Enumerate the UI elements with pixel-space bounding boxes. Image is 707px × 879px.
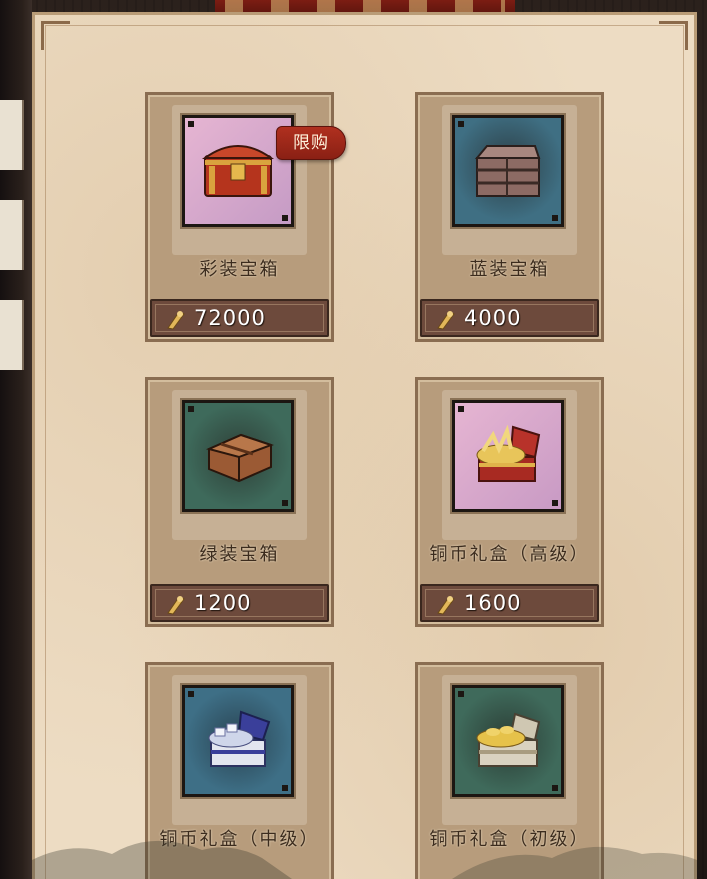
shop-item-green-chest[interactable]: 绿装宝箱 1200 (145, 377, 334, 627)
item-icon-frame (180, 398, 296, 514)
jade-coin-icon (437, 311, 455, 330)
left-sidebar (0, 0, 32, 879)
blue-chest-icon (474, 145, 541, 197)
gold-giftbox-icon (476, 424, 541, 482)
item-icon-frame (450, 683, 566, 799)
item-name: 彩装宝箱 (199, 259, 280, 280)
rainbow-chest-icon (201, 145, 275, 197)
item-icon-frame (450, 398, 566, 514)
sidebar-tab[interactable] (0, 300, 24, 370)
price-bar: 4000 (420, 299, 599, 337)
shop-item-copper-giftbox-advanced[interactable]: 铜币礼盒（高级） 1600 (415, 377, 604, 627)
jade-coin-icon (437, 596, 455, 615)
price-bar: 1600 (420, 584, 599, 622)
item-price: 72000 (194, 306, 266, 330)
corner-ornament (659, 21, 688, 50)
item-icon-frame (180, 683, 296, 799)
green-chest-icon (205, 433, 274, 483)
jade-coin-icon (167, 596, 185, 615)
item-name: 铜币礼盒（高级） (429, 544, 590, 565)
item-price: 4000 (464, 306, 522, 330)
shop-item-blue-chest[interactable]: 蓝装宝箱 4000 (415, 92, 604, 342)
item-price: 1600 (464, 591, 522, 615)
price-bar: 1200 (150, 584, 329, 622)
ink-mountain-decoration (32, 840, 697, 879)
title-ornament (225, 0, 505, 12)
sidebar-tab[interactable] (0, 100, 24, 170)
price-bar: 72000 (150, 299, 329, 337)
item-price: 1200 (194, 591, 252, 615)
silver-giftbox-icon (208, 710, 271, 767)
item-name: 蓝装宝箱 (469, 259, 550, 280)
sidebar-tab[interactable] (0, 200, 24, 270)
item-icon-frame (450, 113, 566, 229)
limited-purchase-badge: 限购 (276, 126, 346, 160)
game-screen: 彩装宝箱 72000 限购 蓝装宝箱 4000 绿装宝箱 1200 铜币礼盒（高… (0, 0, 707, 879)
corner-ornament (41, 21, 70, 50)
jade-coin-icon (167, 311, 185, 330)
item-name: 绿装宝箱 (199, 544, 280, 565)
copper-giftbox-icon (476, 712, 541, 767)
